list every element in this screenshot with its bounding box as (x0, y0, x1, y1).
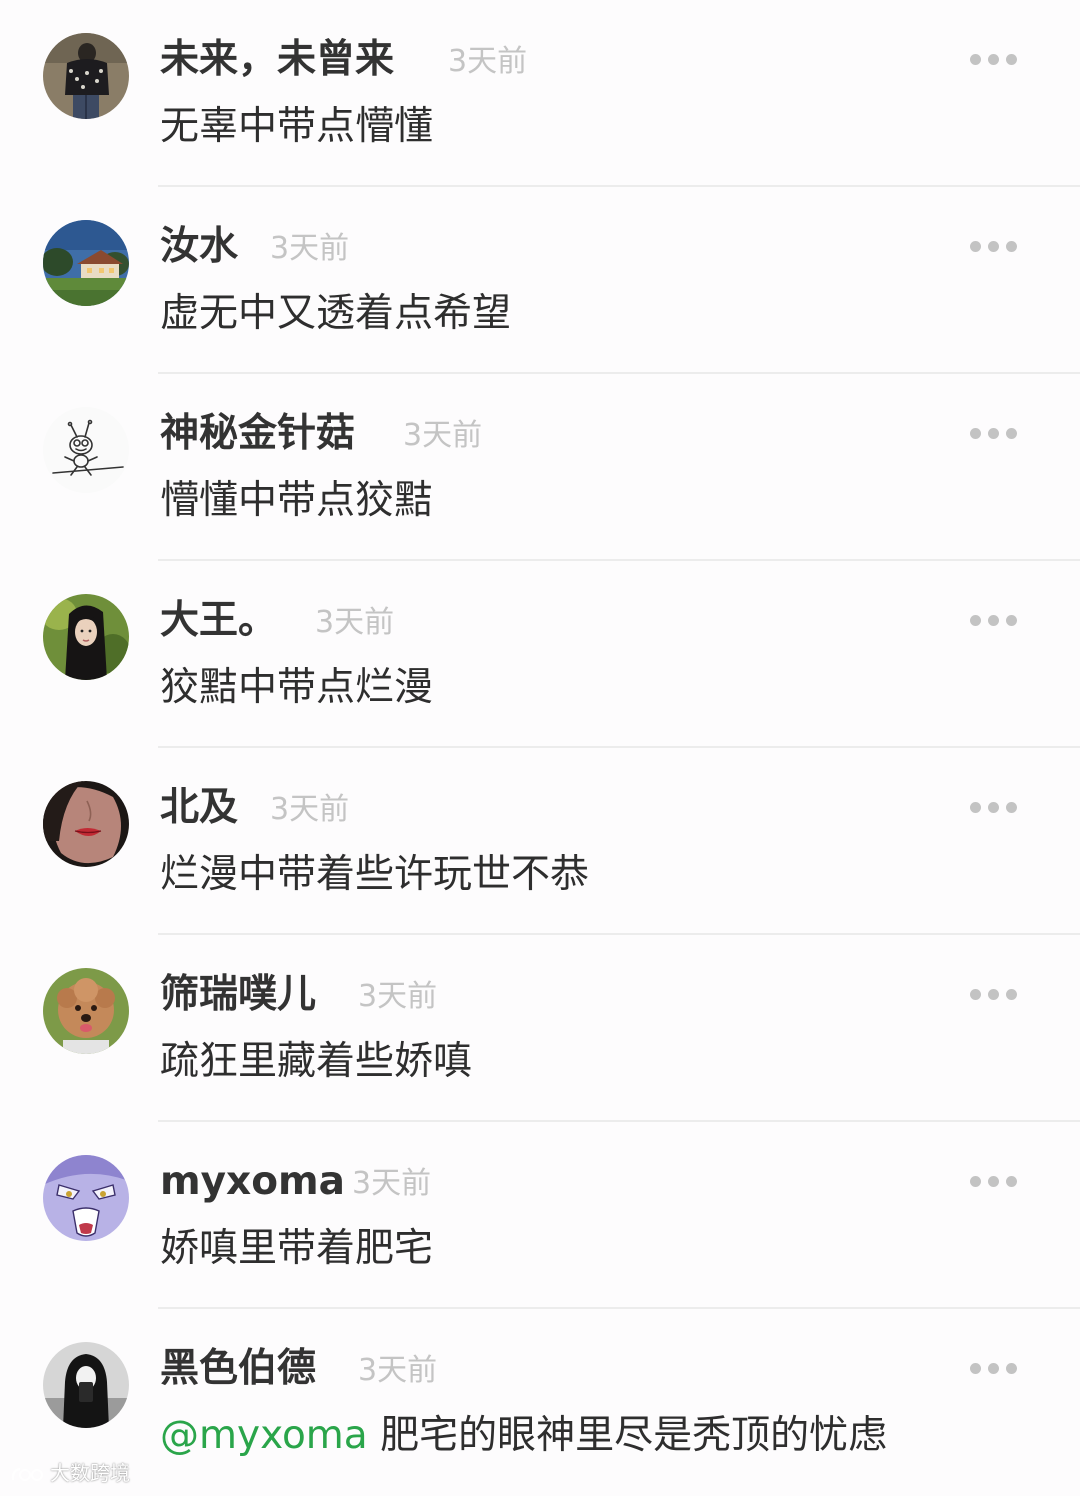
more-options-icon[interactable] (964, 420, 1022, 448)
watermark-text: 大数跨境 (50, 1461, 130, 1485)
more-options-icon[interactable] (964, 981, 1022, 1009)
comment-timestamp: 3天前 (358, 1353, 438, 1388)
comment-timestamp: 3天前 (352, 1166, 432, 1201)
comment-timestamp: 3天前 (448, 44, 528, 79)
more-options-icon[interactable] (964, 46, 1022, 74)
comment-text: 虚无中又透着点希望 (160, 291, 512, 336)
comment-timestamp: 3天前 (403, 418, 483, 453)
comment-timestamp: 3天前 (358, 979, 438, 1014)
comment-item: 神秘金针菇 3天前 懵懂中带点狡黠 (0, 374, 1080, 561)
comment-item: 筛瑞噗儿 3天前 疏狂里藏着些娇嗔 (0, 935, 1080, 1122)
comment-text: 狡黠中带点烂漫 (160, 665, 434, 710)
avatar-ant-sketch[interactable] (43, 407, 129, 493)
comment-username[interactable]: 黑色伯德 (160, 1343, 316, 1395)
comment-timestamp: 3天前 (315, 605, 395, 640)
comment-item: 黑色伯德 3天前 @myxoma 肥宅的眼神里尽是秃顶的忧虑 (0, 1309, 1080, 1496)
avatar-red-lips[interactable] (43, 781, 129, 867)
comment-text: 疏狂里藏着些娇嗔 (160, 1039, 473, 1084)
more-options-icon[interactable] (964, 794, 1022, 822)
more-options-icon[interactable] (964, 1355, 1022, 1383)
avatar-girl-portrait[interactable] (43, 594, 129, 680)
comment-item: 未来，未曾来 3天前 无辜中带点懵懂 (0, 0, 1080, 187)
comment-timestamp: 3天前 (270, 231, 350, 266)
comment-username[interactable]: 神秘金针菇 (160, 408, 355, 460)
watermark-logo-icon (11, 1467, 43, 1481)
avatar-anime-face[interactable] (43, 1155, 129, 1241)
comment-text: 无辜中带点懵懂 (160, 104, 434, 149)
comment-text: 烂漫中带着些许玩世不恭 (160, 852, 590, 897)
avatar-hooded-figure[interactable] (43, 1342, 129, 1428)
comment-text-body: 肥宅的眼神里尽是秃顶的忧虑 (367, 1413, 888, 1458)
comment-username[interactable]: 未来，未曾来 (160, 34, 394, 86)
comment-text: 懵懂中带点狡黠 (160, 478, 434, 523)
comment-item: myxoma 3天前 娇嗔里带着肥宅 (0, 1122, 1080, 1309)
comment-username[interactable]: 大王。 (160, 595, 277, 647)
comment-username[interactable]: myxoma (160, 1156, 345, 1208)
comment-timestamp: 3天前 (270, 792, 350, 827)
comment-list: 未来，未曾来 3天前 无辜中带点懵懂 汝水 3天前 虚无中又透着点希望 神秘金针… (0, 0, 1080, 1493)
watermark: 大数跨境 (10, 1458, 130, 1488)
comment-item: 北及 3天前 烂漫中带着些许玩世不恭 (0, 748, 1080, 935)
avatar-poodle-dog[interactable] (43, 968, 129, 1054)
comment-text: 娇嗔里带着肥宅 (160, 1226, 434, 1271)
comment-text: @myxoma 肥宅的眼神里尽是秃顶的忧虑 (160, 1409, 887, 1463)
comment-username[interactable]: 筛瑞噗儿 (160, 969, 316, 1021)
comment-username[interactable]: 北及 (160, 782, 238, 834)
more-options-icon[interactable] (964, 607, 1022, 635)
avatar-dark-figure[interactable] (43, 33, 129, 119)
mention-link[interactable]: @myxoma (160, 1413, 368, 1458)
more-options-icon[interactable] (964, 233, 1022, 261)
more-options-icon[interactable] (964, 1168, 1022, 1196)
avatar-house-landscape[interactable] (43, 220, 129, 306)
comment-item: 汝水 3天前 虚无中又透着点希望 (0, 187, 1080, 374)
comment-item: 大王。 3天前 狡黠中带点烂漫 (0, 561, 1080, 748)
comment-username[interactable]: 汝水 (160, 221, 238, 273)
